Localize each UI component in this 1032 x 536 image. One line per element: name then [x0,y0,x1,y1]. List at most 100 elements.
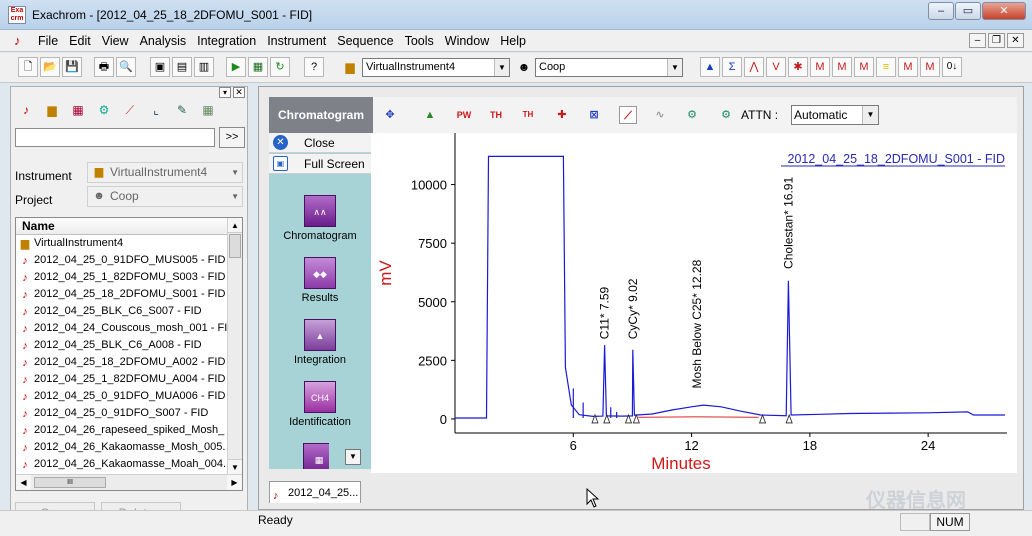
pw-icon[interactable]: PW [455,106,473,124]
list-item[interactable]: ♪ 2012_04_25_BLK_C6_A008 - FID [16,337,228,354]
menu-file[interactable]: File [38,34,58,48]
project-combo[interactable]: ☻ Coop ▼ [87,186,243,207]
list-item[interactable]: ♪ 2012_04_25_18_2DFOMU_S001 - FID [16,286,228,303]
sort-icon[interactable]: 0↓ [942,57,962,77]
view-split-icon[interactable]: ▥ [194,57,214,77]
overlay-icon[interactable]: ⚙ [717,106,735,124]
peak-e-icon[interactable]: M [920,57,940,77]
baseline-icon[interactable]: ≡ [876,57,896,77]
report-filter-icon[interactable]: ✎ [173,101,191,119]
noise-icon[interactable]: ∿ [651,106,669,124]
th-pw-icon[interactable]: TH [519,106,537,124]
close-icon[interactable]: ✕ [233,87,245,98]
list-item[interactable]: ▆ VirtualInstrument4 [16,235,228,252]
graph-filter-icon[interactable]: ⌞ [147,101,165,119]
split-peak-icon[interactable]: ✱ [788,57,808,77]
list-item[interactable]: ♪ 2012_04_25_18_2DFOMU_A002 - FID [16,354,228,371]
draw-trace-icon[interactable]: ⟋ [619,106,637,124]
view-window-icon[interactable]: ▣ [150,57,170,77]
instrument-filter-icon[interactable]: ▆ [43,101,61,119]
th-icon[interactable]: TH [487,106,505,124]
scroll-up-icon[interactable]: ▲ [228,218,242,233]
menu-instrument[interactable]: Instrument [267,34,326,48]
scroll-right-icon[interactable]: ▶ [227,475,242,490]
sidebar-item-integration[interactable]: ▲ Integration [269,319,371,366]
view-panel-icon[interactable]: ▤ [172,57,192,77]
list-item[interactable]: ♪ 2012_04_25_1_82DFOMU_S003 - FID [16,269,228,286]
pin-icon[interactable]: ▾ [219,87,231,98]
mdi-minimize-button[interactable]: ‒ [969,33,986,48]
vertical-scrollbar[interactable]: ▲ ▼ [227,218,242,474]
hscroll-thumb[interactable]: III [34,477,106,488]
attn-select[interactable]: Automatic ▼ [791,105,879,125]
scroll-thumb[interactable] [229,234,241,258]
sidebar-item-identification[interactable]: CH4 Identification [269,381,371,428]
sidebar-item-chromatogram[interactable]: ∧∧ Chromatogram [269,195,371,242]
help-icon[interactable]: ? [304,57,324,77]
sum-icon[interactable]: Σ [722,57,742,77]
list-item[interactable]: ♪ 2012_04_25_1_82DFOMU_A004 - FID [16,371,228,388]
chromatogram-plot[interactable]: 0 2500 5000 7500 10000 6 12 18 24 Minutes mV 2012_0… [371,133,1017,473]
list-item[interactable]: ♪ 2012_04_26_Kakaomasse_Moah_004. [16,456,228,473]
mdi-restore-button[interactable]: ❐ [988,33,1005,48]
project-select[interactable]: Coop ▼ [535,58,683,77]
full-screen-button[interactable]: ▣ Full Screen [269,154,371,174]
search-input[interactable] [15,128,215,147]
list-item[interactable]: ♪ 2012_04_24_Couscous_mosh_001 - FI [16,320,228,337]
menu-help[interactable]: Help [500,34,526,48]
close-window-button[interactable]: ✕ [982,2,1026,20]
instrument-combo[interactable]: ▆ VirtualInstrument4 ▼ [87,162,243,183]
new-file-icon[interactable]: 🗋 [18,57,38,77]
horizontal-scrollbar[interactable]: ◀ III ▶ [16,474,242,490]
calibration-filter-icon[interactable]: ⟋ [121,101,139,119]
menu-edit[interactable]: Edit [69,34,91,48]
list-item[interactable]: ♪ 2012_04_26_Kakaomasse_Mosh_005. [16,439,228,456]
chromatogram-svg[interactable]: 0 2500 5000 7500 10000 6 12 18 24 Minutes mV 2012_0… [371,133,1017,473]
search-go-button[interactable]: >> [219,127,245,148]
list-item[interactable]: ♪ 2012_04_25_0_91DFO_S007 - FID [16,405,228,422]
close-view-button[interactable]: ✕ Close [269,133,371,153]
maximize-button[interactable]: ▭ [955,2,981,20]
column-header-name[interactable]: Name [16,218,228,235]
compare-icon[interactable]: ⚙ [683,106,701,124]
instrument-select[interactable]: VirtualInstrument4 ▼ [362,58,510,77]
scroll-down-icon[interactable]: ▼ [228,459,242,474]
scroll-left-icon[interactable]: ◀ [16,475,31,490]
run-acquisition-icon[interactable]: ▶ [226,57,246,77]
peak-c-icon[interactable]: M [854,57,874,77]
save-icon[interactable]: 💾 [62,57,82,77]
run-chart-icon[interactable]: ▦ [248,57,268,77]
refresh-icon[interactable]: ↻ [270,57,290,77]
valley-icon[interactable]: V [766,57,786,77]
menu-view[interactable]: View [102,34,129,48]
document-tab[interactable]: ♪ 2012_04_25... [269,481,361,503]
sidebar-scroll-button[interactable]: ▼ [345,449,361,465]
list-item[interactable]: ♪ 2012_04_26_rapeseed_spiked_Mosh_ [16,422,228,439]
menu-sequence[interactable]: Sequence [337,34,393,48]
peak-d-icon[interactable]: M [898,57,918,77]
menu-analysis[interactable]: Analysis [140,34,187,48]
peak-tools-icon[interactable]: ⋀ [744,57,764,77]
add-peak-icon[interactable]: ✚ [553,106,571,124]
peak-b-icon[interactable]: M [832,57,852,77]
document-menu-icon[interactable]: ♪ [14,33,28,49]
minimize-button[interactable]: ‒ [928,2,954,20]
table-filter-icon[interactable]: ▦ [199,101,217,119]
list-item[interactable]: ♪ 2012_04_25_0_91DFO_MUS005 - FID [16,252,228,269]
list-item[interactable]: ♪ 2012_04_25_BLK_C6_S007 - FID [16,303,228,320]
print-preview-icon[interactable]: 🔍 [116,57,136,77]
sequence-filter-icon[interactable]: ▦ [69,101,87,119]
sidebar-item-more[interactable]: ▦ [269,443,329,469]
open-folder-icon[interactable]: 📂 [40,57,60,77]
peak-a-icon[interactable]: M [810,57,830,77]
menu-tools[interactable]: Tools [405,34,434,48]
list-item[interactable]: ♪ 2012_04_25_0_91DFO_MUA006 - FID [16,388,228,405]
mark-peak-icon[interactable]: ⊠ [585,106,603,124]
method-filter-icon[interactable]: ⚙ [95,101,113,119]
panel-grip[interactable] [11,87,247,97]
menu-integration[interactable]: Integration [197,34,256,48]
sidebar-item-results[interactable]: ◆◆ Results [269,257,371,304]
peak-icon[interactable]: ▲ [421,106,439,124]
mdi-close-button[interactable]: ✕ [1007,33,1024,48]
chromatogram-filter-icon[interactable]: ♪ [17,101,35,119]
